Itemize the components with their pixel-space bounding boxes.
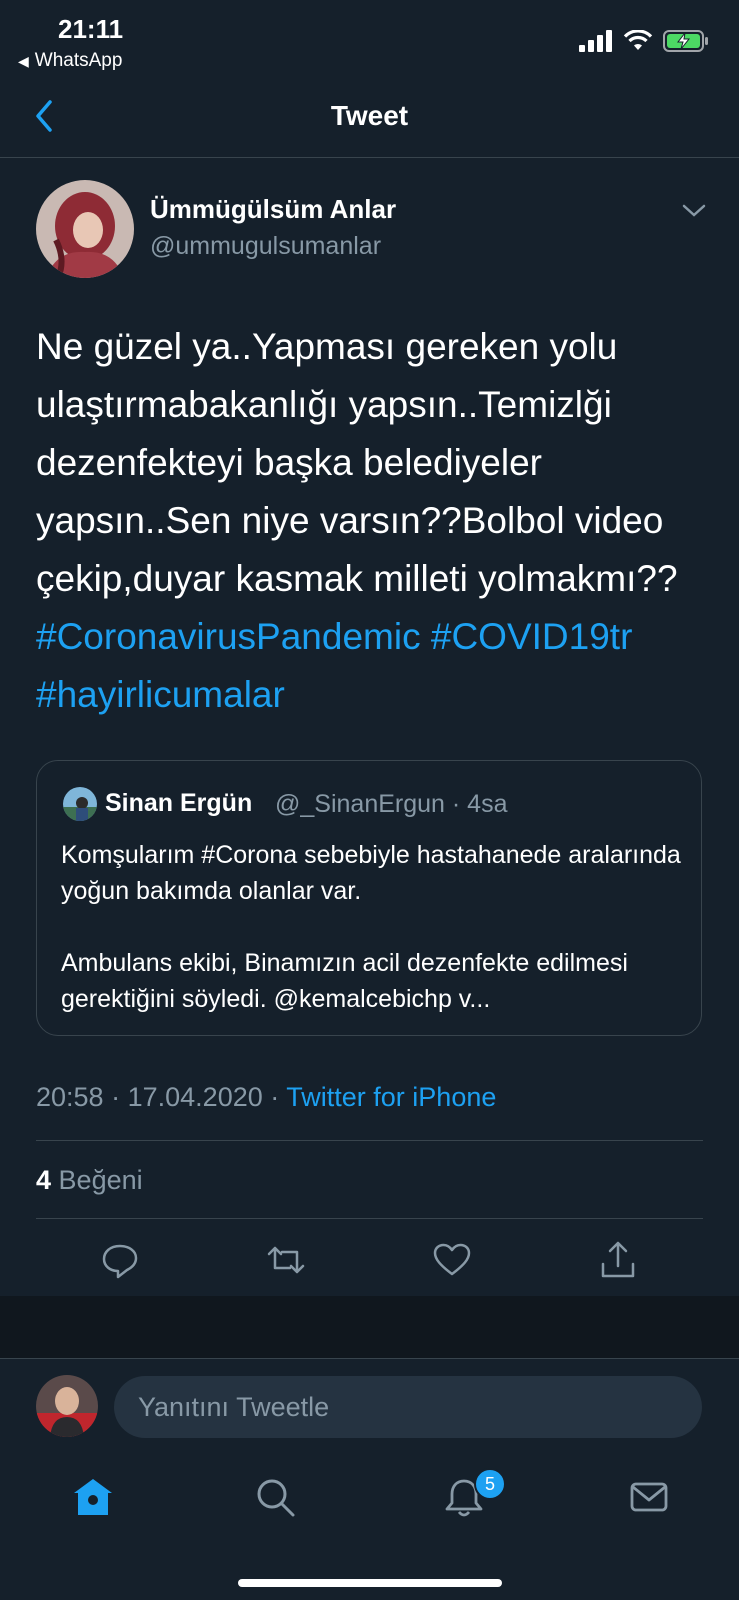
- quoted-body: Komşularım #Corona sebebiyle hastahanede…: [61, 837, 681, 1017]
- likes-label: Beğeni: [58, 1165, 143, 1195]
- status-time: 21:11: [58, 14, 124, 44]
- quoted-line: Ambulans ekibi, Binamızın acil dezenfekt…: [61, 949, 628, 1013]
- share-icon[interactable]: [598, 1240, 638, 1280]
- meta-separator: ·: [270, 1082, 280, 1112]
- tweet-source-link[interactable]: Twitter for iPhone: [286, 1082, 496, 1112]
- quoted-tweet[interactable]: Sinan Ergün @_SinanErgun · 4sa Komşuları…: [36, 760, 702, 1036]
- author-avatar[interactable]: [36, 180, 134, 278]
- reply-divider: [0, 1358, 739, 1359]
- reply-icon[interactable]: [100, 1240, 140, 1280]
- likes-divider: [36, 1218, 703, 1219]
- quoted-line: Komşularım #Corona sebebiyle hastahanede…: [61, 841, 681, 905]
- quoted-meta: @_SinanErgun · 4sa: [275, 790, 507, 819]
- quoted-handle: @_SinanErgun: [275, 790, 445, 818]
- hashtag-link[interactable]: #COVID19tr: [431, 616, 633, 657]
- header-divider: [0, 157, 739, 158]
- back-to-app-link[interactable]: ◀ WhatsApp: [18, 50, 122, 72]
- messages-envelope-icon[interactable]: [628, 1476, 670, 1518]
- quoted-age: 4sa: [467, 790, 508, 818]
- meta-separator: ·: [451, 790, 461, 818]
- cellular-signal-icon: [579, 30, 612, 52]
- likes-count[interactable]: 4 Beğeni: [36, 1165, 143, 1196]
- battery-charging-icon: [663, 30, 708, 52]
- tweet-text: Ne güzel ya..Yapması gereken yolu ulaştı…: [36, 318, 716, 724]
- my-avatar-image: [36, 1375, 98, 1437]
- home-icon[interactable]: [72, 1476, 114, 1518]
- back-app-label: WhatsApp: [34, 50, 123, 71]
- quoted-author-avatar: [63, 787, 97, 821]
- search-icon[interactable]: [254, 1476, 296, 1518]
- author-name[interactable]: Ümmügülsüm Anlar: [150, 194, 396, 225]
- my-avatar[interactable]: [36, 1375, 98, 1437]
- retweet-icon[interactable]: [266, 1240, 306, 1280]
- hashtag-link[interactable]: #CoronavirusPandemic: [36, 616, 421, 657]
- page-title: Tweet: [330, 100, 409, 131]
- chevron-down-icon[interactable]: [680, 200, 708, 220]
- separator-band: [0, 1296, 739, 1358]
- likes-number: 4: [36, 1165, 52, 1195]
- back-triangle-icon: ◀: [18, 52, 29, 69]
- status-icons: [579, 30, 709, 52]
- home-indicator: [238, 1579, 502, 1587]
- reply-input[interactable]: [114, 1376, 702, 1438]
- quoted-avatar-image: [63, 787, 97, 821]
- meta-separator: ·: [111, 1082, 121, 1112]
- wifi-icon: [623, 30, 653, 50]
- author-handle[interactable]: @ummugulsumanlar: [150, 232, 381, 261]
- tweet-date: 17.04.2020: [127, 1082, 263, 1112]
- meta-divider: [36, 1140, 703, 1141]
- tweet-meta: 20:58 · 17.04.2020 · Twitter for iPhone: [36, 1082, 496, 1113]
- tweet-time: 20:58: [36, 1082, 104, 1112]
- notification-badge: 5: [474, 1468, 506, 1500]
- author-avatar-image: [36, 180, 134, 278]
- tweet-body: Ne güzel ya..Yapması gereken yolu ulaştı…: [36, 326, 678, 599]
- quoted-author-name: Sinan Ergün: [105, 789, 253, 817]
- heart-icon[interactable]: [432, 1240, 472, 1280]
- hashtag-link[interactable]: #hayirlicumalar: [36, 674, 285, 715]
